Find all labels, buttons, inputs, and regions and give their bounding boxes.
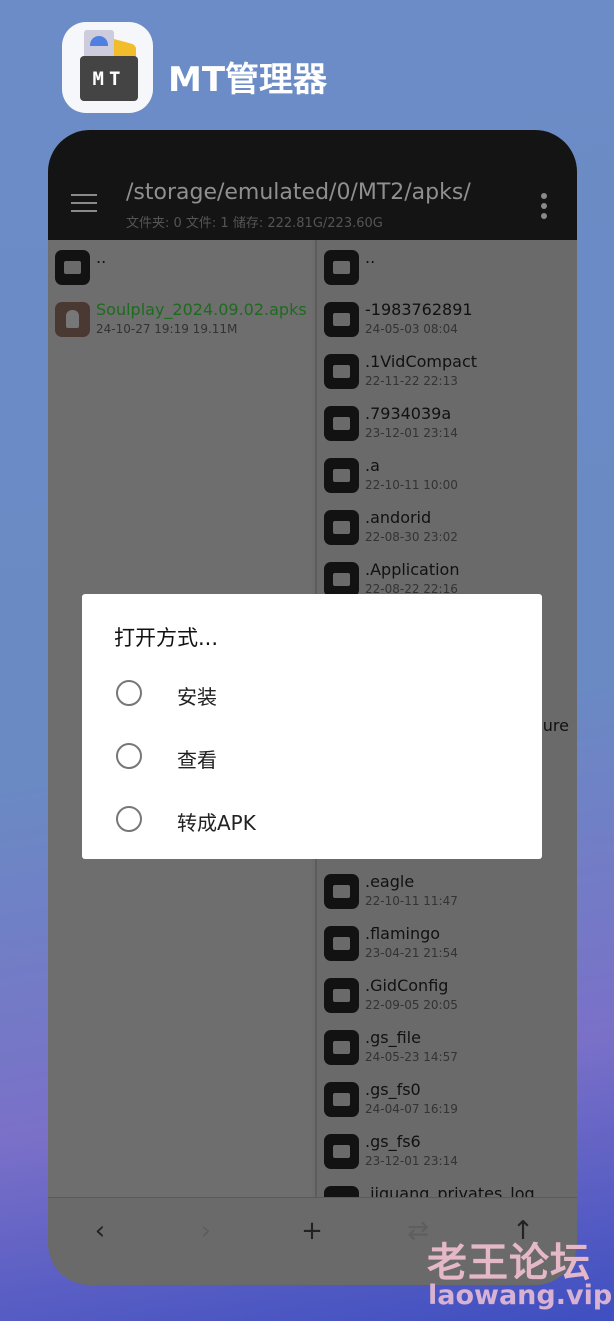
file-row[interactable]: .. xyxy=(52,248,312,302)
file-row[interactable]: .eagle 22-10-11 11:47 xyxy=(321,872,577,926)
folder-icon xyxy=(324,510,359,545)
folder-icon xyxy=(324,250,359,285)
file-row[interactable]: -1983762891 24-05-03 08:04 xyxy=(321,300,577,354)
file-meta: 23-04-21 21:54 xyxy=(365,946,458,960)
folder-icon xyxy=(324,978,359,1013)
watermark-url: laowang.vip xyxy=(428,1280,613,1311)
file-meta: 23-12-01 23:14 xyxy=(365,1154,458,1168)
file-row[interactable]: .a 22-10-11 10:00 xyxy=(321,456,577,510)
chevron-right-icon[interactable]: › xyxy=(191,1216,221,1246)
folder-icon xyxy=(324,926,359,961)
folder-icon xyxy=(324,1186,359,1197)
chevron-left-icon[interactable]: ‹ xyxy=(85,1216,115,1246)
file-meta: 24-10-27 19:19 19.11M xyxy=(96,322,238,336)
current-path: /storage/emulated/0/MT2/apks/ xyxy=(126,180,471,205)
file-row[interactable]: .gs_fs0 24-04-07 16:19 xyxy=(321,1080,577,1134)
file-row[interactable]: .7934039a 23-12-01 23:14 xyxy=(321,404,577,458)
folder-icon xyxy=(324,302,359,337)
file-meta: 22-10-11 11:47 xyxy=(365,894,458,908)
file-meta: 24-04-07 16:19 xyxy=(365,1102,458,1116)
file-name: .7934039a xyxy=(365,404,452,423)
file-name: -1983762891 xyxy=(365,300,473,319)
file-row[interactable]: .1VidCompact 22-11-22 22:13 xyxy=(321,352,577,406)
file-row[interactable]: .. xyxy=(321,248,577,302)
more-options-icon[interactable] xyxy=(541,193,547,219)
hamburger-menu-icon[interactable] xyxy=(71,194,97,212)
radio-button[interactable] xyxy=(116,680,142,706)
file-name: .. xyxy=(96,248,107,267)
option-convert-apk[interactable]: 转成APK xyxy=(116,799,516,839)
file-name: .1VidCompact xyxy=(365,352,478,371)
file-row[interactable]: .flamingo 23-04-21 21:54 xyxy=(321,924,577,978)
file-meta: 24-05-03 08:04 xyxy=(365,322,458,336)
folder-icon xyxy=(324,874,359,909)
file-meta: 22-10-11 10:00 xyxy=(365,478,458,492)
app-icon[interactable]: MT xyxy=(62,22,153,113)
folder-icon xyxy=(324,1082,359,1117)
folder-icon xyxy=(324,562,359,597)
plus-icon[interactable]: + xyxy=(297,1216,327,1246)
file-row[interactable]: .gs_file 24-05-23 14:57 xyxy=(321,1028,577,1082)
toolbar: /storage/emulated/0/MT2/apks/ 文件夹: 0 文件:… xyxy=(48,130,577,240)
file-name: ure xyxy=(542,716,569,735)
open-with-dialog: 打开方式... 安装 查看 转成APK xyxy=(82,594,542,859)
file-meta: 22-09-05 20:05 xyxy=(365,998,458,1012)
folder-icon xyxy=(324,458,359,493)
app-logo-text: MT xyxy=(80,56,138,101)
file-name: .jiguang_privates_log xyxy=(365,1184,535,1197)
radio-button[interactable] xyxy=(116,743,142,769)
dialog-title: 打开方式... xyxy=(114,626,219,650)
android-apk-icon xyxy=(55,302,90,337)
radio-button[interactable] xyxy=(116,806,142,832)
file-name: .flamingo xyxy=(365,924,441,943)
file-row[interactable]: .GidConfig 22-09-05 20:05 xyxy=(321,976,577,1030)
file-meta: 24-05-23 14:57 xyxy=(365,1050,458,1064)
file-meta: 23-12-01 23:14 xyxy=(365,426,458,440)
file-name: .GidConfig xyxy=(365,976,449,995)
folder-icon xyxy=(324,354,359,389)
folder-icon xyxy=(324,1030,359,1065)
file-row[interactable]: .andorid 22-08-30 23:02 xyxy=(321,508,577,562)
file-row[interactable]: .gs_fs6 23-12-01 23:14 xyxy=(321,1132,577,1186)
file-row[interactable]: .jiguang_privates_log xyxy=(321,1184,577,1197)
file-name: .gs_file xyxy=(365,1028,421,1047)
folder-icon xyxy=(324,1134,359,1169)
folder-icon xyxy=(55,250,90,285)
file-meta: 22-08-30 23:02 xyxy=(365,530,458,544)
file-name: .gs_fs0 xyxy=(365,1080,421,1099)
file-name: Soulplay_2024.09.02.apks xyxy=(96,300,307,319)
storage-stats: 文件夹: 0 文件: 1 储存: 222.81G/223.60G xyxy=(126,216,383,231)
option-label: 查看 xyxy=(177,748,217,772)
file-name: .. xyxy=(365,248,376,267)
file-name: .gs_fs6 xyxy=(365,1132,421,1151)
file-row[interactable]: Soulplay_2024.09.02.apks 24-10-27 19:19 1… xyxy=(52,300,312,354)
folder-icon xyxy=(324,406,359,441)
file-name: .eagle xyxy=(365,872,415,891)
option-label: 安装 xyxy=(177,685,217,709)
file-meta: 22-11-22 22:13 xyxy=(365,374,458,388)
file-name: .Application xyxy=(365,560,460,579)
option-view[interactable]: 查看 xyxy=(116,736,516,776)
option-install[interactable]: 安装 xyxy=(116,673,516,713)
file-name: .andorid xyxy=(365,508,432,527)
file-name: .a xyxy=(365,456,380,475)
app-title: MT管理器 xyxy=(168,60,328,100)
option-label: 转成APK xyxy=(177,811,256,835)
